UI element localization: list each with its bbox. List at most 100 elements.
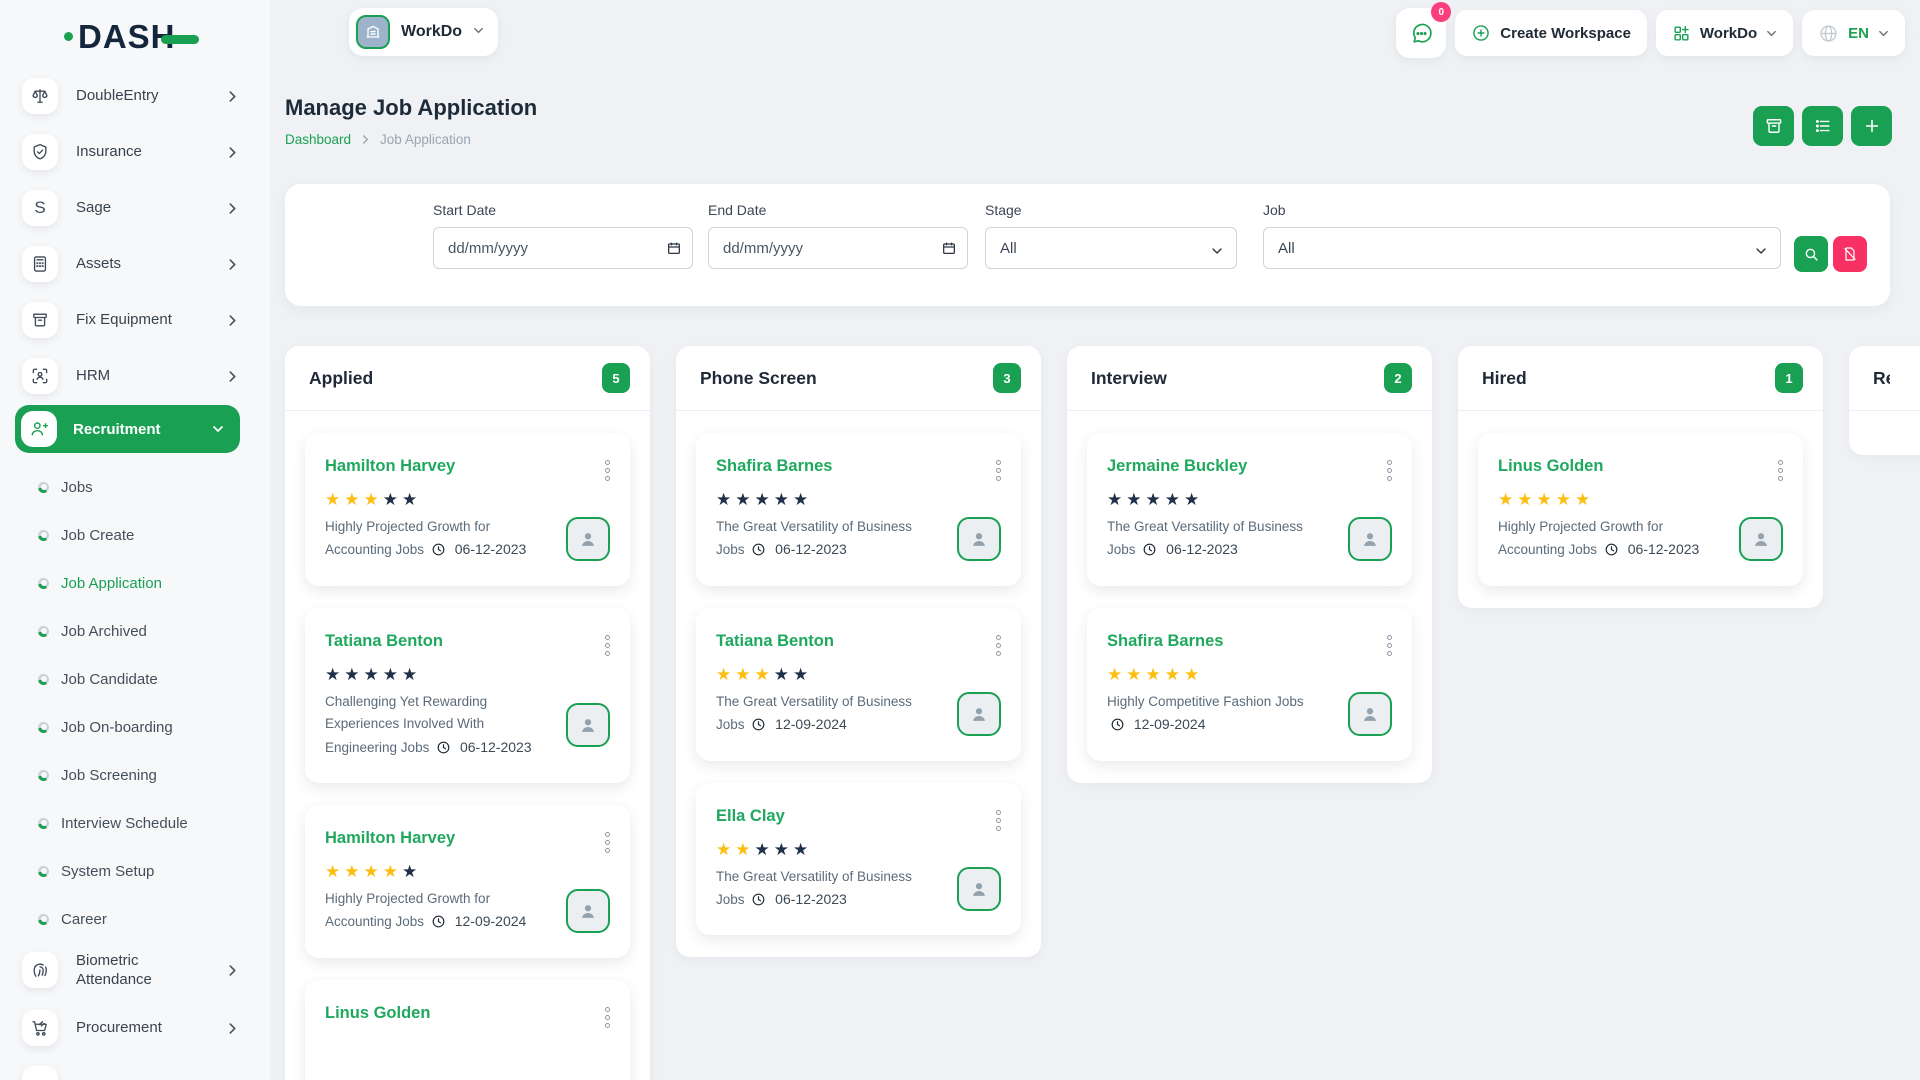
- kebab-menu-icon[interactable]: [994, 633, 1003, 658]
- kebab-menu-icon[interactable]: [1385, 633, 1394, 658]
- topbar-actions: 0 Create Workspace WorkDo EN: [1396, 8, 1905, 58]
- sidebar-item-biometric-attendance[interactable]: Biometric Attendance: [22, 952, 270, 988]
- applicant-name-link[interactable]: Ella Clay: [716, 807, 1001, 826]
- applicant-name-link[interactable]: Tatiana Benton: [325, 632, 610, 651]
- sidebar-item-insurance[interactable]: Insurance: [22, 134, 270, 170]
- kebab-menu-icon[interactable]: [994, 458, 1003, 483]
- applicant-name-link[interactable]: Linus Golden: [1498, 457, 1783, 476]
- chevron-down-icon: [1766, 28, 1777, 39]
- end-date-input[interactable]: [708, 227, 968, 269]
- user-plus-icon: [21, 411, 57, 447]
- sidebar-subitem-job-create[interactable]: Job Create: [0, 511, 270, 559]
- create-workspace-button[interactable]: Create Workspace: [1455, 10, 1647, 56]
- column-count-badge: 2: [1384, 363, 1412, 393]
- list-view-button[interactable]: [1802, 106, 1843, 146]
- sidebar-subitem-system-setup[interactable]: System Setup: [0, 847, 270, 895]
- archive-view-button[interactable]: [1753, 106, 1794, 146]
- star-icon: ★: [735, 840, 754, 859]
- start-date-input[interactable]: [433, 227, 693, 269]
- circle-bullet-icon: [38, 770, 49, 781]
- applicant-name-link[interactable]: Shafira Barnes: [716, 457, 1001, 476]
- sidebar-subitem-job-screening[interactable]: Job Screening: [0, 751, 270, 799]
- messages-button[interactable]: 0: [1396, 8, 1446, 58]
- breadcrumb-dashboard-link[interactable]: Dashboard: [285, 132, 351, 147]
- circle-bullet-icon: [38, 674, 49, 685]
- language-label: EN: [1848, 25, 1869, 42]
- rating-stars: ★★★★★: [1107, 666, 1392, 683]
- sidebar-subitem-job-archived[interactable]: Job Archived: [0, 607, 270, 655]
- archive-box-icon: [1764, 116, 1784, 136]
- stage-select[interactable]: All: [985, 227, 1237, 269]
- avatar: [957, 517, 1001, 561]
- applicant-card[interactable]: Shafira Barnes ★★★★★ The Great Versatili…: [696, 433, 1021, 586]
- applicant-name-link[interactable]: Tatiana Benton: [716, 632, 1001, 651]
- logo-dot: [64, 32, 73, 41]
- star-icon: ★: [1498, 490, 1517, 509]
- applicant-card[interactable]: Ella Clay ★★★★★ The Great Versatility of…: [696, 783, 1021, 936]
- job-label: Job: [1263, 202, 1781, 218]
- kebab-menu-icon[interactable]: [1776, 458, 1785, 483]
- end-date-label: End Date: [708, 202, 968, 218]
- applied-date: 06-12-2023: [428, 541, 527, 557]
- sidebar-subitem-job-application[interactable]: Job Application: [0, 559, 270, 607]
- applicant-card[interactable]: Tatiana Benton ★★★★★ Challenging Yet Rew…: [305, 608, 630, 783]
- job-select[interactable]: All: [1263, 227, 1781, 269]
- clock-icon: [751, 892, 766, 907]
- sidebar-item-procurement[interactable]: Procurement: [22, 1010, 270, 1046]
- dash-logo[interactable]: DASH: [64, 20, 199, 53]
- calculator-icon: [22, 246, 58, 282]
- applicant-name-link[interactable]: Hamilton Harvey: [325, 457, 610, 476]
- kebab-menu-icon[interactable]: [603, 830, 612, 855]
- language-selector[interactable]: EN: [1802, 10, 1905, 56]
- applicant-card[interactable]: Shafira Barnes ★★★★★ Highly Competitive …: [1087, 608, 1412, 761]
- reset-filter-button[interactable]: [1833, 236, 1867, 272]
- star-icon: ★: [383, 665, 402, 684]
- applicant-name-link[interactable]: Linus Golden: [325, 1004, 610, 1023]
- kebab-menu-icon[interactable]: [1385, 458, 1394, 483]
- sidebar-item-hrm[interactable]: HRM: [22, 358, 270, 394]
- applicant-name-link[interactable]: Shafira Barnes: [1107, 632, 1392, 651]
- sidebar-item-fix-equipment[interactable]: Fix Equipment: [22, 302, 270, 338]
- add-application-button[interactable]: [1851, 106, 1892, 146]
- plus-icon: [1862, 116, 1882, 136]
- applicant-card[interactable]: Linus Golden ★★★★★ Highly Projected Grow…: [1478, 433, 1803, 586]
- workspace-menu-button[interactable]: WorkDo: [1656, 10, 1793, 56]
- chevron-right-icon: [227, 315, 238, 326]
- apply-filter-button[interactable]: [1794, 236, 1828, 272]
- column-title: Rejected: [1873, 368, 1890, 389]
- applicant-card[interactable]: Hamilton Harvey ★★★★★ Highly Projected G…: [305, 805, 630, 958]
- messages-badge: 0: [1431, 2, 1451, 22]
- workspace-switcher[interactable]: WorkDo: [349, 8, 498, 56]
- kebab-menu-icon[interactable]: [603, 633, 612, 658]
- sidebar-subitem-job-on-boarding[interactable]: Job On-boarding: [0, 703, 270, 751]
- applicant-card[interactable]: Linus Golden: [305, 980, 630, 1080]
- job-select-value: All: [1278, 240, 1295, 257]
- scan-person-icon: [22, 358, 58, 394]
- kanban-column-phone-screen: Phone Screen 3 Shafira Barnes ★★★★★ The …: [676, 346, 1041, 957]
- rating-stars: ★★★★★: [716, 666, 1001, 683]
- applicant-card[interactable]: Jermaine Buckley ★★★★★ The Great Versati…: [1087, 433, 1412, 586]
- breadcrumb: Dashboard Job Application: [285, 132, 471, 147]
- applicant-name-link[interactable]: Hamilton Harvey: [325, 829, 610, 848]
- sidebar-item-sage[interactable]: S Sage: [22, 190, 270, 226]
- workspace-building-icon: [356, 15, 390, 49]
- sidebar-subitem-interview-schedule[interactable]: Interview Schedule: [0, 799, 270, 847]
- sidebar-item-doubleentry[interactable]: DoubleEntry: [22, 78, 270, 114]
- applicant-name-link[interactable]: Jermaine Buckley: [1107, 457, 1392, 476]
- star-icon: ★: [325, 665, 344, 684]
- column-count-badge: 5: [602, 363, 630, 393]
- star-icon: ★: [716, 665, 735, 684]
- rating-stars: ★★★★★: [325, 863, 610, 880]
- sidebar-item-assets[interactable]: Assets: [22, 246, 270, 282]
- sidebar-subitem-job-candidate[interactable]: Job Candidate: [0, 655, 270, 703]
- cart-icon: [22, 1010, 58, 1046]
- sidebar-subitem-career[interactable]: Career: [0, 895, 270, 943]
- sidebar-subitem-jobs[interactable]: Jobs: [0, 463, 270, 511]
- applicant-card[interactable]: Hamilton Harvey ★★★★★ Highly Projected G…: [305, 433, 630, 586]
- star-icon: ★: [774, 665, 793, 684]
- applicant-card[interactable]: Tatiana Benton ★★★★★ The Great Versatili…: [696, 608, 1021, 761]
- kebab-menu-icon[interactable]: [994, 808, 1003, 833]
- sidebar-item-recruitment[interactable]: Recruitment: [15, 405, 240, 453]
- kebab-menu-icon[interactable]: [603, 458, 612, 483]
- kebab-menu-icon[interactable]: [603, 1005, 612, 1030]
